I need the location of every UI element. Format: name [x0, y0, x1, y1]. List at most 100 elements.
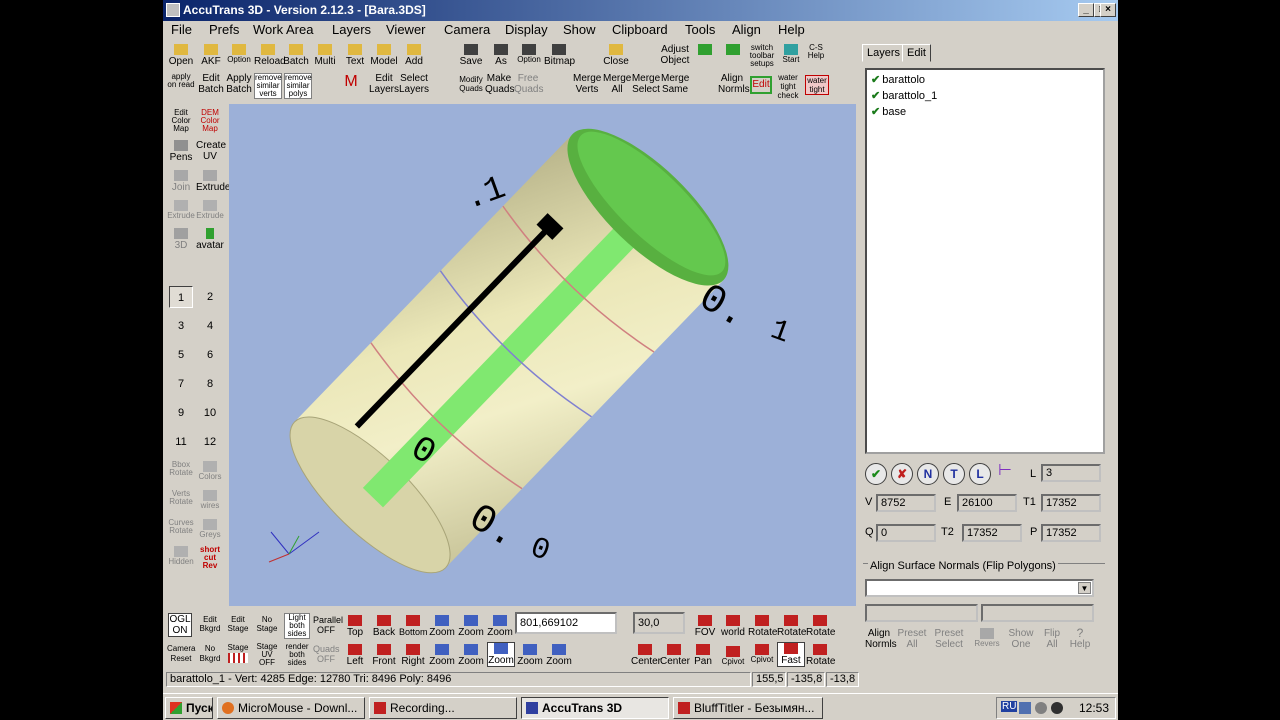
start-button[interactable]: Пуск [165, 697, 213, 719]
save-button[interactable]: Save [457, 44, 485, 67]
rotate-x-button[interactable]: Rotate [748, 615, 777, 638]
title-bar[interactable]: AccuTrans 3D - Version 2.12.3 - [Bara.3D… [163, 0, 1118, 21]
minimize-button[interactable]: _ [1078, 3, 1094, 17]
fov-button[interactable]: FOV [692, 615, 718, 638]
menu-file[interactable]: File [171, 22, 192, 37]
extrude-k-button[interactable]: Extrude [167, 200, 195, 220]
layer-item[interactable]: ✔ base [871, 105, 906, 118]
model-button[interactable]: Model [369, 44, 399, 67]
merge-all-button[interactable]: Merge All [603, 73, 631, 95]
merge-verts-button[interactable]: Merge Verts [573, 73, 601, 95]
3d-viewport[interactable]: .1 0. 1 0 0. 0 [229, 104, 856, 606]
pens-button[interactable]: Pens [167, 140, 195, 163]
edit-stage-button[interactable]: Edit Stage [225, 615, 251, 633]
colors-button[interactable]: Colors [196, 461, 224, 481]
menu-layers[interactable]: Layers [332, 22, 371, 37]
close-file-button[interactable]: Close [601, 44, 631, 67]
tree-icon[interactable]: ⊢ [995, 463, 1015, 479]
menu-clipboard[interactable]: Clipboard [612, 22, 668, 37]
center-button-1[interactable]: Center [631, 644, 661, 667]
menu-show[interactable]: Show [563, 22, 596, 37]
no-stage-button[interactable]: No Stage [254, 615, 280, 633]
menu-camera[interactable]: Camera [444, 22, 490, 37]
open-button[interactable]: Open [167, 44, 195, 67]
left-view-button[interactable]: Left [343, 644, 367, 667]
close-button[interactable]: × [1100, 3, 1116, 17]
menu-help[interactable]: Help [778, 22, 805, 37]
apply-on-read-button[interactable]: apply on read [167, 73, 195, 89]
cs-help-button[interactable]: C-S Help [803, 44, 829, 60]
render-both-sides-button[interactable]: render both sides [284, 643, 310, 667]
align-field-1[interactable] [865, 604, 978, 622]
multi-button[interactable]: Multi [311, 44, 339, 67]
zoom-3-button[interactable]: Zoom [487, 615, 513, 638]
cpivot-button-2[interactable]: Cpivot [748, 644, 776, 664]
layer-item[interactable]: ✔ barattolo_1 [871, 89, 937, 102]
dem-color-map-button[interactable]: DEM Color Map [196, 109, 224, 133]
layer-list[interactable]: ✔ barattolo ✔ barattolo_1 ✔ base [865, 68, 1105, 454]
l-button[interactable]: L [969, 463, 991, 485]
zoom-5-button[interactable]: Zoom [458, 644, 484, 667]
pan-button[interactable]: Pan [690, 644, 716, 667]
preset-select-button[interactable]: Preset Select [933, 628, 965, 650]
bottom-view-button[interactable]: Bottom [399, 615, 428, 638]
coords-field[interactable]: 801,669102 [515, 612, 617, 634]
greys-button[interactable]: Greys [196, 519, 224, 539]
flip-all-button[interactable]: Flip All [1040, 628, 1064, 650]
batch-button[interactable]: Batch [282, 44, 310, 67]
task-recording[interactable]: Recording... [369, 697, 517, 719]
menu-align[interactable]: Align [732, 22, 761, 37]
world-button[interactable]: world [719, 615, 747, 638]
check-icon[interactable]: ✔ [871, 106, 880, 118]
save-option-button[interactable]: Option [515, 44, 543, 64]
task-blufftitler[interactable]: BluffTitler - Безымян... [673, 697, 823, 719]
water-tight-button[interactable]: water tight [805, 75, 829, 95]
layer-item[interactable]: ✔ barattolo [871, 73, 925, 86]
verts-rotate-button[interactable]: Verts Rotate [167, 490, 195, 506]
view-button-3[interactable]: 3 [169, 315, 193, 337]
t2-field[interactable]: 17352 [962, 524, 1022, 542]
merge-select-button[interactable]: Merge Select [631, 73, 661, 95]
view-button-10[interactable]: 10 [198, 402, 222, 424]
view-button-5[interactable]: 5 [169, 344, 193, 366]
zoom-6-button[interactable]: Zoom [487, 642, 515, 667]
n-button[interactable]: N [917, 463, 939, 485]
free-quads-button[interactable]: Free Quads [514, 73, 543, 95]
back-view-button[interactable]: Back [370, 615, 398, 638]
view-button-12[interactable]: 12 [198, 431, 222, 453]
tray-app-icon[interactable] [1051, 702, 1063, 714]
front-view-button[interactable]: Front [370, 644, 398, 667]
task-accutrans[interactable]: AccuTrans 3D [521, 697, 669, 719]
p-field[interactable]: 17352 [1041, 524, 1101, 542]
wires-button[interactable]: wires [196, 490, 224, 510]
edit-color-map-button[interactable]: Edit Color Map [167, 109, 195, 133]
e-field[interactable]: 26100 [957, 494, 1017, 512]
volume-icon[interactable] [1035, 702, 1047, 714]
switch-toolbar-setups-button[interactable]: switch toolbar setups [747, 44, 777, 68]
top-view-button[interactable]: Top [343, 615, 367, 638]
remove-similar-verts-button[interactable]: remove similar verts [254, 73, 282, 99]
view-button-1[interactable]: 1 [169, 286, 193, 308]
shortcut-rev-button[interactable]: short cut Rev [196, 546, 224, 570]
water-tight-check-button[interactable]: water tight check [775, 73, 801, 100]
3d-button[interactable]: 3D [167, 228, 195, 251]
remove-similar-polys-button[interactable]: remove similar polys [284, 73, 312, 99]
align-normls-panel-button[interactable]: Align Normls [865, 628, 897, 650]
zoom-in-button[interactable]: Zoom [516, 644, 544, 667]
modify-quads-button[interactable]: Modify Quads [457, 75, 485, 93]
check-icon[interactable]: ✔ [871, 74, 880, 86]
rotate-z-button[interactable]: Rotate [806, 615, 835, 638]
akf-button[interactable]: AKF [197, 44, 225, 67]
camera-reset-button[interactable]: Camera Reset [167, 644, 195, 664]
right-view-button[interactable]: Right [399, 644, 427, 667]
l-field[interactable]: 3 [1041, 464, 1101, 482]
save-bitmap-button[interactable]: Bitmap [544, 44, 575, 67]
ogl-on-button[interactable]: OGL ON [168, 613, 192, 637]
menu-viewer[interactable]: Viewer [386, 22, 426, 37]
bbox-rotate-button[interactable]: Bbox Rotate [167, 461, 195, 477]
adjust-h-button[interactable] [691, 44, 719, 56]
fast-button[interactable]: Fast [777, 642, 805, 667]
stage-uv-off-button[interactable]: Stage UV OFF [254, 643, 280, 667]
language-indicator[interactable]: RU [1001, 701, 1018, 712]
rotate-button[interactable]: Rotate [806, 644, 835, 667]
